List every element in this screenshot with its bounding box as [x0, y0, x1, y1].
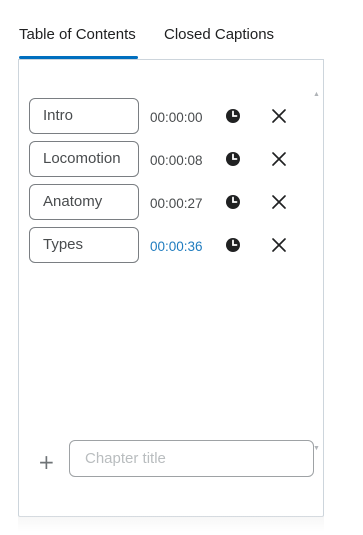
chapter-row: Types 00:00:36 [29, 227, 309, 265]
add-chapter-row: + [19, 440, 323, 485]
clock-icon[interactable] [224, 193, 242, 211]
chapter-row: Locomotion 00:00:08 [29, 141, 309, 179]
chapter-time[interactable]: 00:00:36 [150, 239, 203, 254]
tab-closed-captions[interactable]: Closed Captions [164, 26, 274, 43]
chapter-title-field[interactable]: Intro [29, 98, 139, 134]
close-icon[interactable] [269, 192, 289, 212]
chapter-row: Anatomy 00:00:27 [29, 184, 309, 222]
chapter-row: Intro 00:00:00 [29, 98, 309, 136]
plus-icon[interactable]: + [38, 450, 55, 474]
clock-icon[interactable] [224, 236, 242, 254]
chapters-panel: ▲ ▼ Intro 00:00:00 Locomotion 00:00:08 A… [18, 59, 324, 532]
chapter-time: 00:00:27 [150, 196, 203, 211]
chapter-title-field[interactable]: Types [29, 227, 139, 263]
close-icon[interactable] [269, 235, 289, 255]
clock-icon[interactable] [224, 150, 242, 168]
clock-icon[interactable] [224, 107, 242, 125]
chapter-title-input[interactable] [69, 440, 314, 477]
scroll-up-arrow[interactable]: ▲ [313, 91, 320, 98]
chapter-title-field[interactable]: Locomotion [29, 141, 139, 177]
tab-table-of-contents[interactable]: Table of Contents [19, 26, 136, 43]
tab-bar: Table of Contents Closed Captions [0, 0, 349, 60]
chapter-time: 00:00:08 [150, 153, 203, 168]
close-icon[interactable] [269, 149, 289, 169]
chapter-title-field[interactable]: Anatomy [29, 184, 139, 220]
chapter-time: 00:00:00 [150, 110, 203, 125]
close-icon[interactable] [269, 106, 289, 126]
